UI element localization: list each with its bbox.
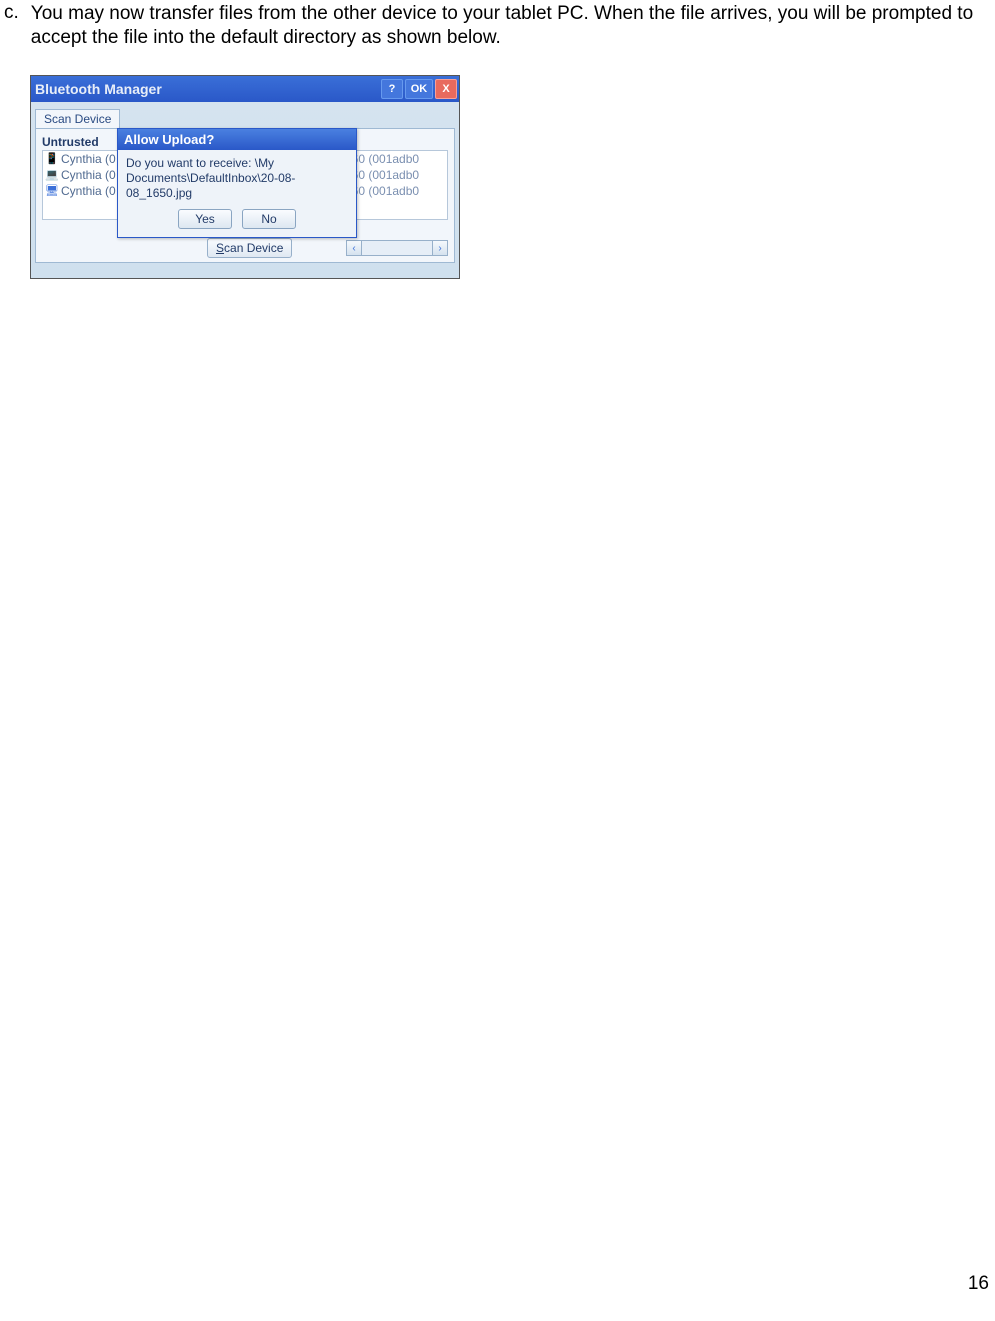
device-icon: 💻: [45, 168, 59, 182]
device-address: 360 (001adb0: [345, 152, 445, 166]
instruction-text: You may now transfer files from the othe…: [31, 2, 995, 50]
scroll-right-button[interactable]: ›: [432, 240, 448, 256]
scan-mnemonic: S: [216, 241, 224, 255]
yes-button[interactable]: Yes: [178, 209, 232, 229]
device-address: 360 (001adb0: [345, 168, 445, 182]
no-button[interactable]: No: [242, 209, 296, 229]
titlebar: Bluetooth Manager ? OK X: [31, 76, 459, 102]
tab-scan-device[interactable]: Scan Device: [35, 109, 120, 128]
bottom-controls: Scan Device ‹ ›: [42, 238, 448, 258]
dialog-buttons: Yes No: [118, 203, 356, 237]
scroll-track[interactable]: [362, 240, 432, 256]
scroll-left-button[interactable]: ‹: [346, 240, 362, 256]
instruction-item: c. You may now transfer files from the o…: [0, 2, 995, 50]
scan-label-rest: can Device: [224, 241, 283, 255]
device-icon: 📱: [45, 152, 59, 166]
dialog-body-line: Documents\DefaultInbox\20-08-08_1650.jpg: [126, 171, 348, 201]
client-area: Scan Device Untrusted 📱 Cynthia (0 360 (…: [31, 102, 459, 278]
ok-button[interactable]: OK: [405, 79, 433, 99]
scan-device-button[interactable]: Scan Device: [207, 238, 292, 258]
device-icon: 🖥: [45, 184, 59, 198]
window-title: Bluetooth Manager: [33, 81, 381, 97]
titlebar-buttons: ? OK X: [381, 79, 457, 99]
device-address: 360 (001adb0: [345, 184, 445, 198]
close-button[interactable]: X: [435, 79, 457, 99]
dialog-title: Allow Upload?: [118, 129, 356, 150]
dialog-body: Do you want to receive: \My Documents\De…: [118, 150, 356, 203]
list-marker: c.: [0, 2, 31, 50]
bluetooth-manager-window: Bluetooth Manager ? OK X Scan Device Unt…: [30, 75, 460, 279]
allow-upload-dialog: Allow Upload? Do you want to receive: \M…: [117, 128, 357, 238]
help-button[interactable]: ?: [381, 79, 403, 99]
horizontal-scrollbar[interactable]: ‹ ›: [346, 240, 448, 256]
dialog-body-line: Do you want to receive: \My: [126, 156, 348, 171]
page-number: 16: [968, 1273, 989, 1295]
